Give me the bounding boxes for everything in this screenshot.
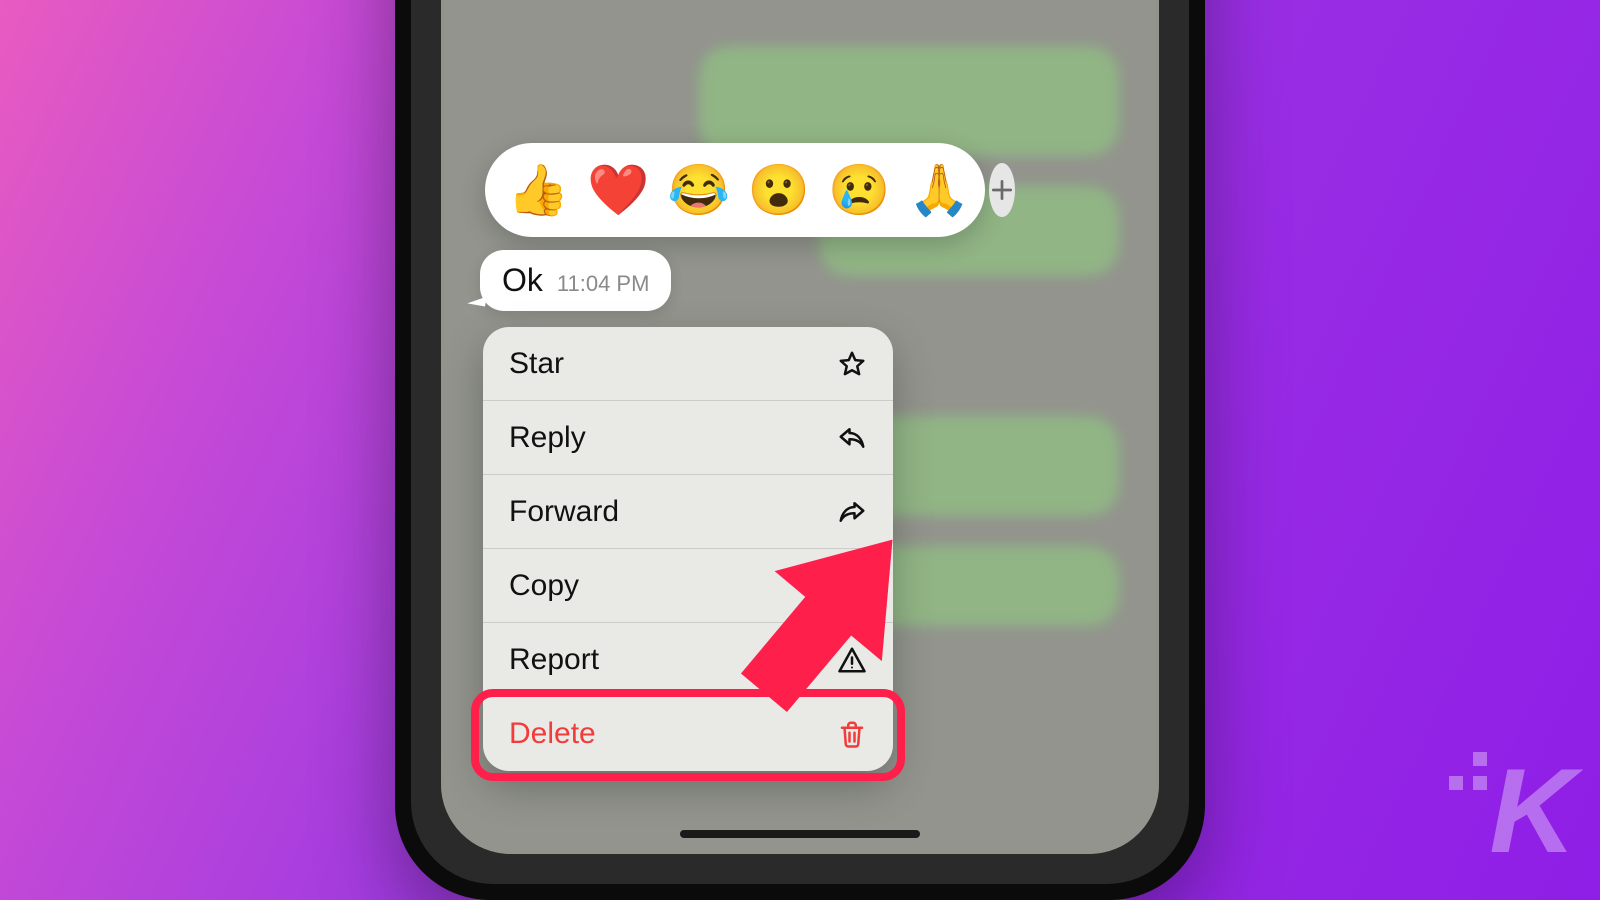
message-bubble[interactable]: Ok 11:04 PM <box>480 250 671 311</box>
reaction-wow[interactable]: 😮 <box>748 165 810 215</box>
watermark-dots-icon <box>1449 752 1487 790</box>
context-menu: Star Reply Forward Copy <box>483 327 893 771</box>
reaction-laugh[interactable]: 😂 <box>668 165 730 215</box>
menu-label: Reply <box>509 421 586 455</box>
menu-label: Forward <box>509 495 619 529</box>
menu-item-report[interactable]: Report <box>483 623 893 697</box>
reaction-bar: 👍 ❤️ 😂 😮 😢 🙏 <box>485 143 985 237</box>
stage: 👍 ❤️ 😂 😮 😢 🙏 Ok 11:04 PM Star Reply <box>0 0 1600 900</box>
plus-icon <box>989 177 1015 203</box>
context-menu-body: Star Reply Forward Copy <box>483 327 893 771</box>
reaction-heart[interactable]: ❤️ <box>587 165 649 215</box>
message-time: 11:04 PM <box>557 271 650 297</box>
reaction-sad[interactable]: 😢 <box>828 165 890 215</box>
trash-icon <box>837 719 867 749</box>
menu-label: Copy <box>509 569 579 603</box>
menu-label: Delete <box>509 717 596 751</box>
add-reaction-button[interactable] <box>989 163 1015 217</box>
message-bubble-wrap: Ok 11:04 PM <box>480 250 671 311</box>
watermark-letter: K <box>1489 744 1570 878</box>
message-text: Ok <box>502 262 543 299</box>
menu-label: Star <box>509 347 564 381</box>
menu-item-star[interactable]: Star <box>483 327 893 401</box>
home-indicator[interactable] <box>680 830 920 838</box>
menu-item-reply[interactable]: Reply <box>483 401 893 475</box>
menu-label: Report <box>509 643 599 677</box>
copy-icon <box>837 571 867 601</box>
menu-item-copy[interactable]: Copy <box>483 549 893 623</box>
reaction-thumbs-up[interactable]: 👍 <box>507 165 569 215</box>
reaction-pray[interactable]: 🙏 <box>908 165 970 215</box>
report-icon <box>837 645 867 675</box>
star-icon <box>837 349 867 379</box>
forward-icon <box>837 497 867 527</box>
watermark: K <box>1489 742 1570 880</box>
reply-icon <box>837 423 867 453</box>
menu-item-delete[interactable]: Delete <box>483 697 893 771</box>
menu-item-forward[interactable]: Forward <box>483 475 893 549</box>
